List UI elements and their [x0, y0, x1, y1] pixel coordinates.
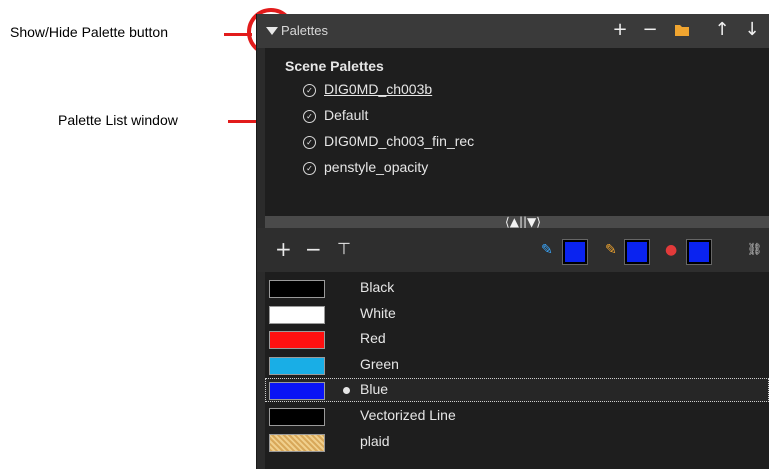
palette-list-window: Scene Palettes ✓ DIG0MD_ch003b ✓ Default ✓…	[265, 48, 769, 216]
current-color-dot	[343, 387, 350, 395]
show-hide-annotation: Show/Hide Palette button	[10, 24, 168, 40]
check-icon: ✓	[303, 84, 316, 97]
check-icon: ✓	[303, 136, 316, 149]
splitter-handle[interactable]: ⟨▲||▼⟩	[493, 216, 553, 228]
color-list: Black White Red Green Blue Vectorized Line pla…	[265, 272, 769, 469]
color-row[interactable]: White	[265, 302, 769, 326]
palette-item[interactable]: ✓ DIG0MD_ch003b	[303, 81, 432, 103]
color-row[interactable]: Black	[265, 276, 769, 300]
pencil-brush-icon[interactable]: ✎	[541, 242, 553, 258]
color-toolbar: + − ⊤ ✎ ✎ ● ⛓	[257, 228, 769, 272]
add-palette-button[interactable]: +	[609, 18, 631, 42]
color-swatch	[269, 305, 325, 324]
paint-color-swatch[interactable]	[686, 239, 712, 265]
pencil-icon[interactable]: ✎	[605, 242, 617, 258]
show-hide-palette-icon[interactable]	[266, 27, 278, 35]
line-color-swatch[interactable]	[562, 239, 588, 265]
color-name: Blue	[360, 381, 389, 398]
panel-title: Palettes	[281, 23, 328, 38]
folder-icon[interactable]	[671, 18, 693, 42]
add-color-button[interactable]: +	[275, 238, 292, 260]
color-row[interactable]: plaid	[265, 430, 769, 454]
color-row[interactable]: Green	[265, 353, 769, 377]
paint-bucket-icon[interactable]: ●	[665, 242, 677, 258]
check-icon: ✓	[303, 110, 316, 123]
color-swatch	[269, 382, 325, 401]
texture-icon[interactable]: ⊤	[337, 238, 351, 260]
palette-item[interactable]: ✓ DIG0MD_ch003_fin_rec	[303, 133, 474, 155]
color-swatch	[269, 433, 325, 452]
remove-palette-button[interactable]: −	[639, 18, 661, 42]
color-name: Vectorized Line	[360, 407, 456, 423]
palette-item[interactable]: ✓ Default	[303, 107, 368, 129]
palette-panel: Palettes + − ↑ ↓ Scene Palettes ✓ DIG0MD_…	[256, 14, 769, 469]
color-row[interactable]: Vectorized Line	[265, 404, 769, 428]
color-swatch	[269, 408, 325, 426]
move-down-button[interactable]: ↓	[741, 18, 763, 42]
color-name: Black	[360, 279, 395, 295]
scene-palettes-heading: Scene Palettes	[285, 58, 384, 74]
color-swatch	[269, 280, 325, 298]
color-swatch	[269, 331, 325, 350]
color-row[interactable]: Blue	[265, 378, 769, 403]
move-up-button[interactable]: ↑	[711, 18, 733, 42]
color-name: Green	[360, 355, 399, 372]
color-name: plaid	[360, 432, 390, 449]
color-name: Red	[360, 330, 386, 347]
palette-list-annotation: Palette List window	[58, 112, 178, 128]
color-row[interactable]: Red	[265, 327, 769, 351]
palette-item[interactable]: ✓ penstyle_opacity	[303, 159, 428, 181]
palette-header: Palettes + − ↑ ↓	[257, 14, 769, 48]
check-icon: ✓	[303, 162, 316, 175]
link-icon[interactable]: ⛓	[747, 242, 762, 256]
panel-splitter[interactable]: ⟨▲||▼⟩	[265, 216, 769, 228]
color-name: White	[360, 304, 396, 321]
color-swatch	[269, 356, 325, 375]
fill-color-swatch[interactable]	[624, 239, 650, 265]
remove-color-button[interactable]: −	[305, 238, 322, 260]
